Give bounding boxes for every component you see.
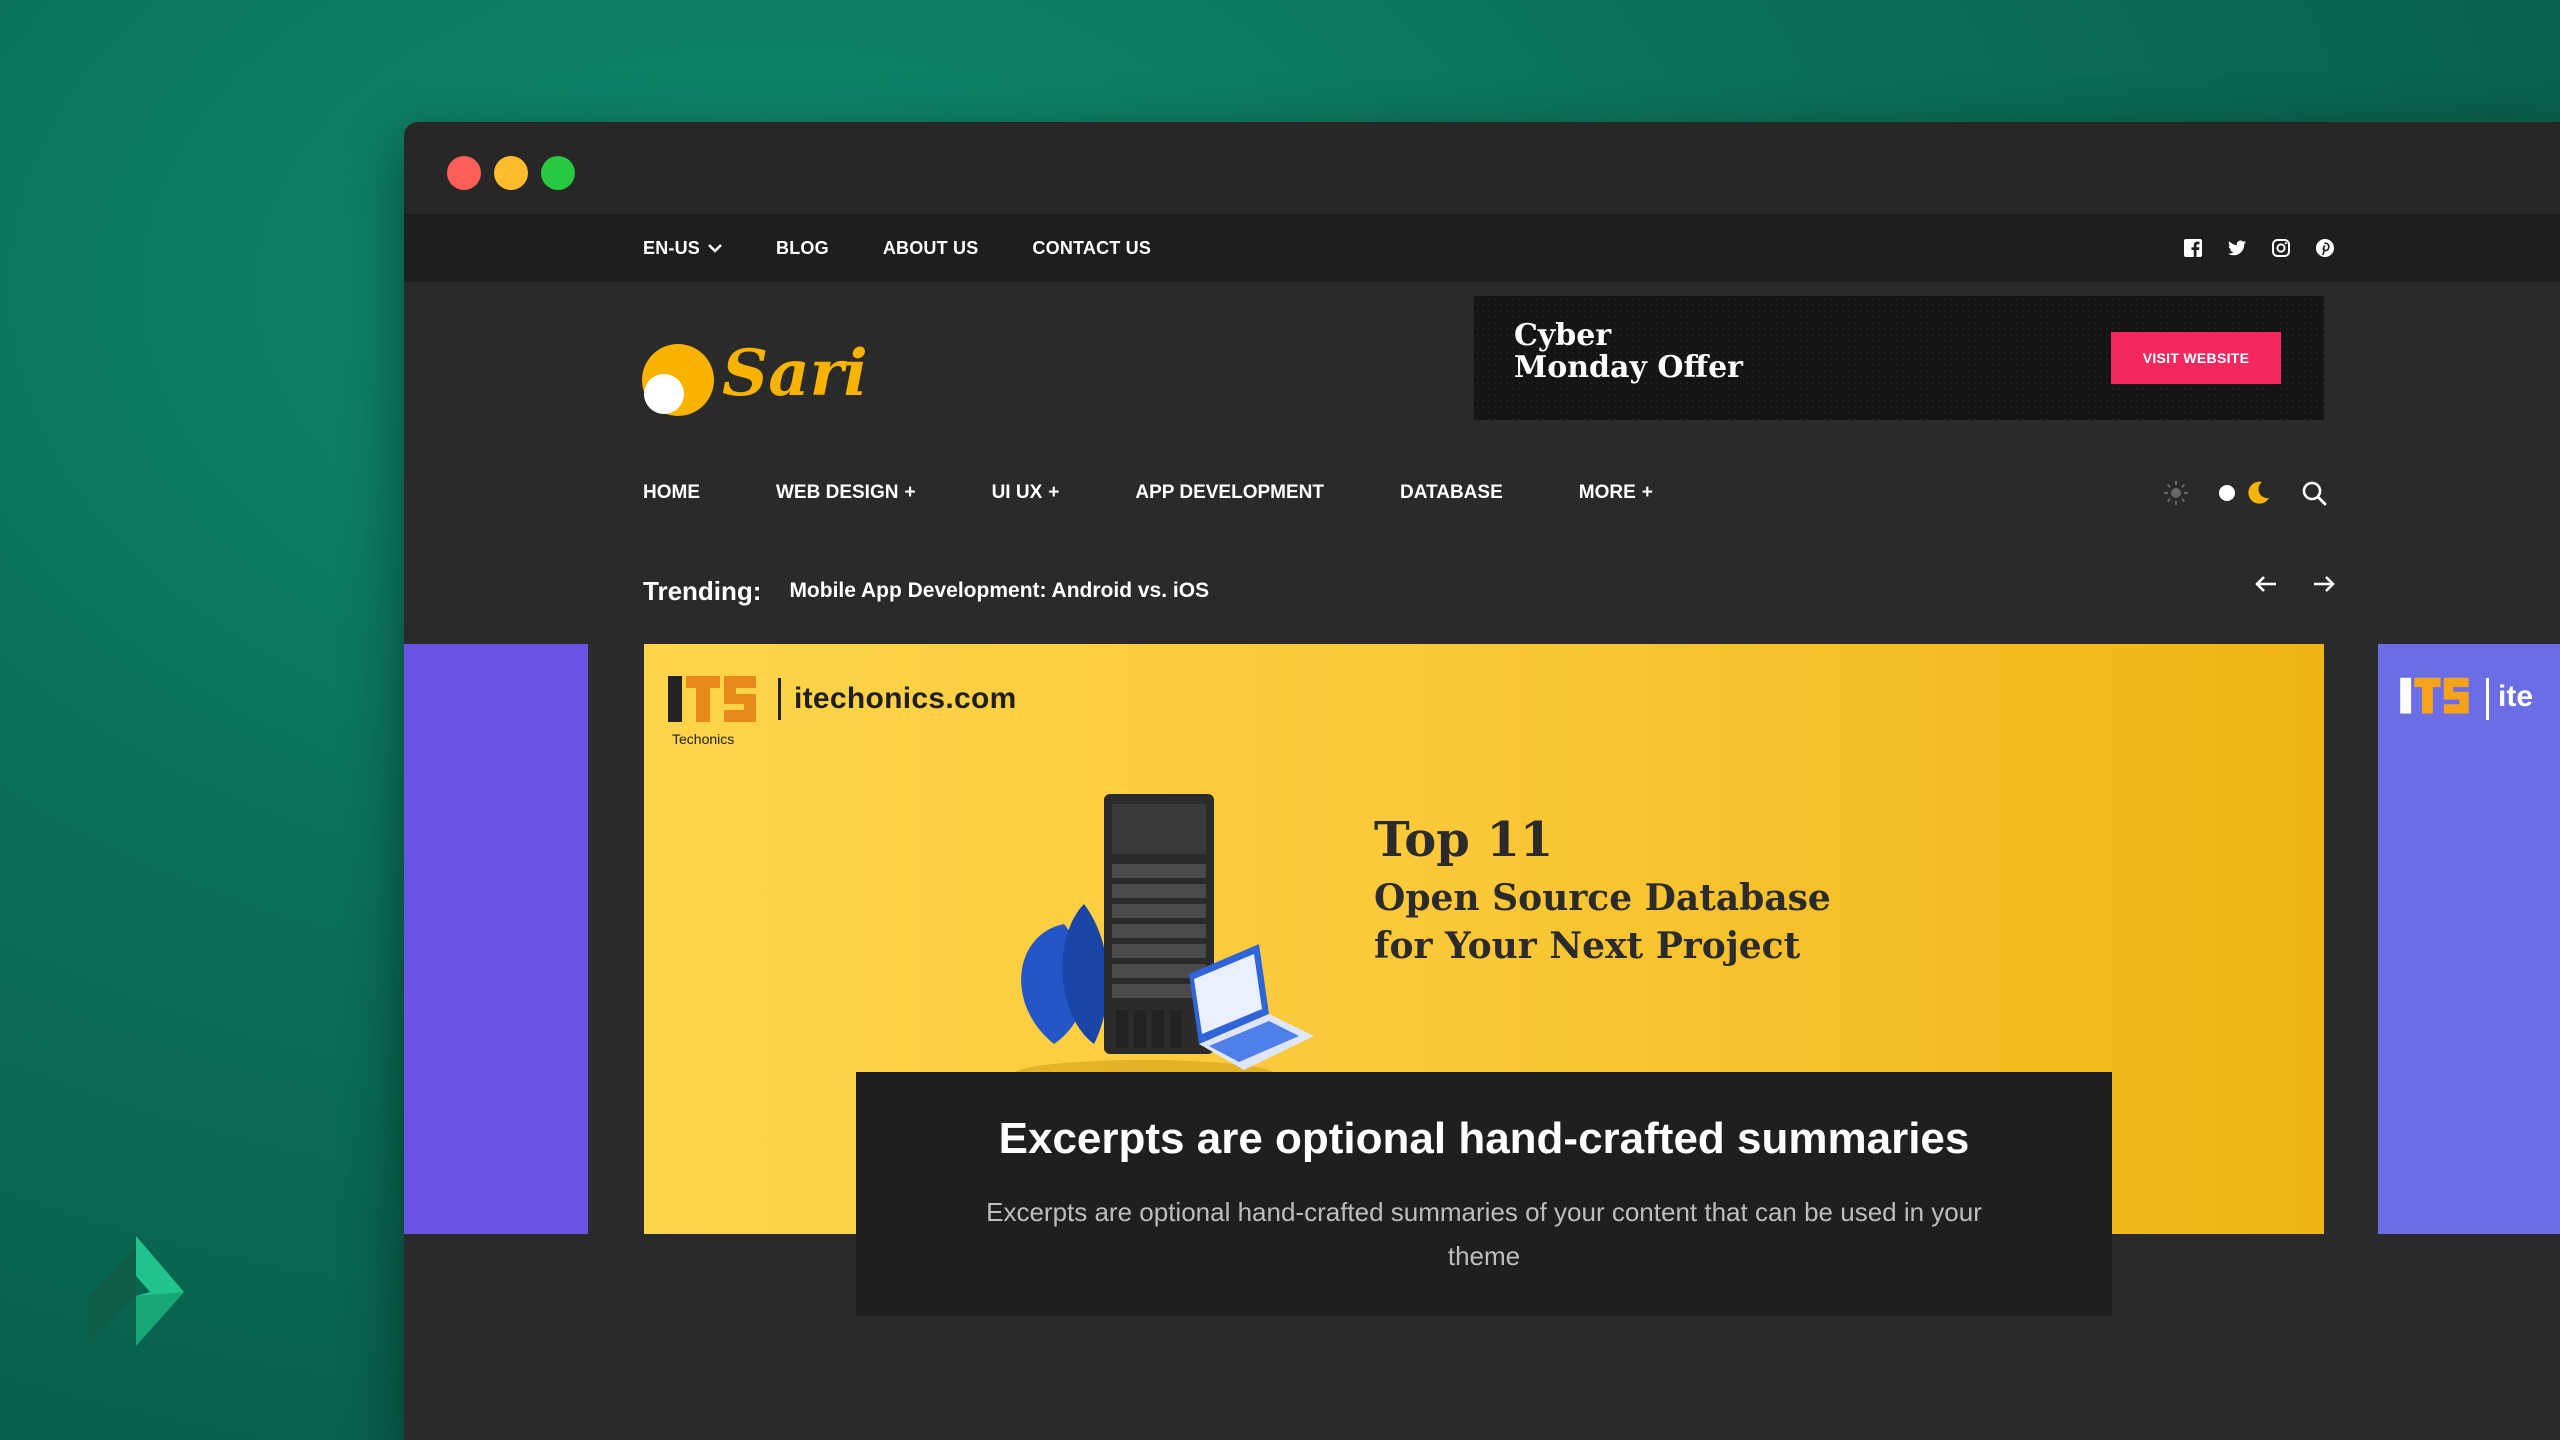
pinterest-icon[interactable] xyxy=(2315,238,2335,258)
trending-label: Trending: xyxy=(643,575,762,606)
peek-site-name: ite xyxy=(2498,680,2534,713)
logo-moon-icon xyxy=(644,374,684,414)
browser-window: EN-US BLOG ABOUT US CONTACT US Sari Cybe… xyxy=(404,122,2560,1440)
ad-line-1: Cyber xyxy=(1514,318,1612,353)
nav-item-web-design[interactable]: WEB DESIGN + xyxy=(776,482,916,504)
ad-text: Cyber Monday Offer xyxy=(1514,320,1743,384)
main-nav: HOME WEB DESIGN + UI UX + APP DEVELOPMENT … xyxy=(643,470,1653,516)
nav-item-more[interactable]: MORE + xyxy=(1579,482,1653,504)
toggle-knob xyxy=(2219,485,2235,501)
nav-label: UI UX xyxy=(991,482,1043,503)
language-label: EN-US xyxy=(643,237,701,258)
social-links xyxy=(2183,214,2335,282)
arrow-right-icon[interactable] xyxy=(2310,570,2338,598)
visit-website-button[interactable]: VISIT WEBSITE xyxy=(2111,332,2281,384)
nav-item-ui-ux[interactable]: UI UX + xyxy=(992,482,1060,504)
logo-divider xyxy=(2486,678,2489,720)
plus-icon: + xyxy=(1048,482,1060,503)
next-slide-peek[interactable]: ite xyxy=(2378,644,2560,1234)
prev-slide-peek[interactable] xyxy=(404,644,588,1234)
nav-label: MORE xyxy=(1578,482,1636,503)
plus-icon: + xyxy=(904,482,916,503)
maximize-window-button[interactable] xyxy=(541,156,575,190)
window-titlebar xyxy=(404,122,2560,214)
chevron-down-icon xyxy=(708,244,722,253)
nav-tools xyxy=(2163,470,2327,516)
its-logo: Techonics xyxy=(668,676,756,747)
top-nav: EN-US BLOG ABOUT US CONTACT US xyxy=(643,214,1151,282)
language-selector[interactable]: EN-US xyxy=(643,238,722,259)
instagram-icon[interactable] xyxy=(2271,238,2291,258)
minimize-window-button[interactable] xyxy=(494,156,528,190)
top-bar: EN-US BLOG ABOUT US CONTACT US xyxy=(404,214,2560,282)
database-server-illustration xyxy=(1014,794,1314,1088)
nav-item-database[interactable]: DATABASE xyxy=(1400,482,1503,504)
nav-item-app-development[interactable]: APP DEVELOPMENT xyxy=(1135,482,1324,504)
logo-divider xyxy=(778,678,781,720)
ad-banner[interactable]: Cyber Monday Offer VISIT WEBSITE xyxy=(1474,296,2324,420)
arrow-left-icon[interactable] xyxy=(2252,570,2280,598)
nav-label: DATABASE xyxy=(1400,482,1503,503)
top-link-contact[interactable]: CONTACT US xyxy=(1032,238,1151,259)
its-logo xyxy=(2400,677,2469,714)
nav-label: HOME xyxy=(643,482,700,503)
nav-item-home[interactable]: HOME xyxy=(643,482,700,504)
brand-mark-icon xyxy=(88,1236,184,1346)
slide-headline-line-1: Open Source Database xyxy=(1374,877,1831,919)
ad-line-2: Monday Offer xyxy=(1514,350,1743,385)
slide-headline-top: Top 11 xyxy=(1374,812,1554,868)
sun-icon[interactable] xyxy=(2163,480,2189,506)
slide-headline-line-2: for Your Next Project xyxy=(1374,925,1801,967)
facebook-icon[interactable] xyxy=(2183,238,2203,258)
trending-arrows xyxy=(2252,570,2338,598)
slide-site-name: itechonics.com xyxy=(794,682,1017,715)
its-logo-sub: Techonics xyxy=(672,731,734,747)
dark-mode-toggle[interactable] xyxy=(2219,480,2271,506)
moon-icon xyxy=(2248,481,2269,504)
post-title[interactable]: Excerpts are optional hand-crafted summa… xyxy=(856,1114,2112,1164)
slide-headline: Top 11 Open Source Database for Your Nex… xyxy=(1374,812,1831,970)
close-window-button[interactable] xyxy=(447,156,481,190)
plus-icon: + xyxy=(1641,482,1653,503)
top-link-blog[interactable]: BLOG xyxy=(776,238,829,259)
search-icon[interactable] xyxy=(2301,480,2327,506)
trending-bar: Trending: Mobile App Development: Androi… xyxy=(643,568,1209,614)
top-link-about[interactable]: ABOUT US xyxy=(883,238,979,259)
site-logo[interactable]: Sari xyxy=(642,322,868,422)
nav-label: WEB DESIGN xyxy=(776,482,899,503)
post-excerpt: Excerpts are optional hand-crafted summa… xyxy=(986,1197,1982,1271)
trending-headline[interactable]: Mobile App Development: Android vs. iOS xyxy=(789,579,1209,603)
post-excerpt-card[interactable]: Excerpts are optional hand-crafted summa… xyxy=(856,1072,2112,1316)
twitter-icon[interactable] xyxy=(2227,238,2247,258)
logo-wordmark: Sari xyxy=(722,336,868,411)
nav-label: APP DEVELOPMENT xyxy=(1135,482,1324,503)
